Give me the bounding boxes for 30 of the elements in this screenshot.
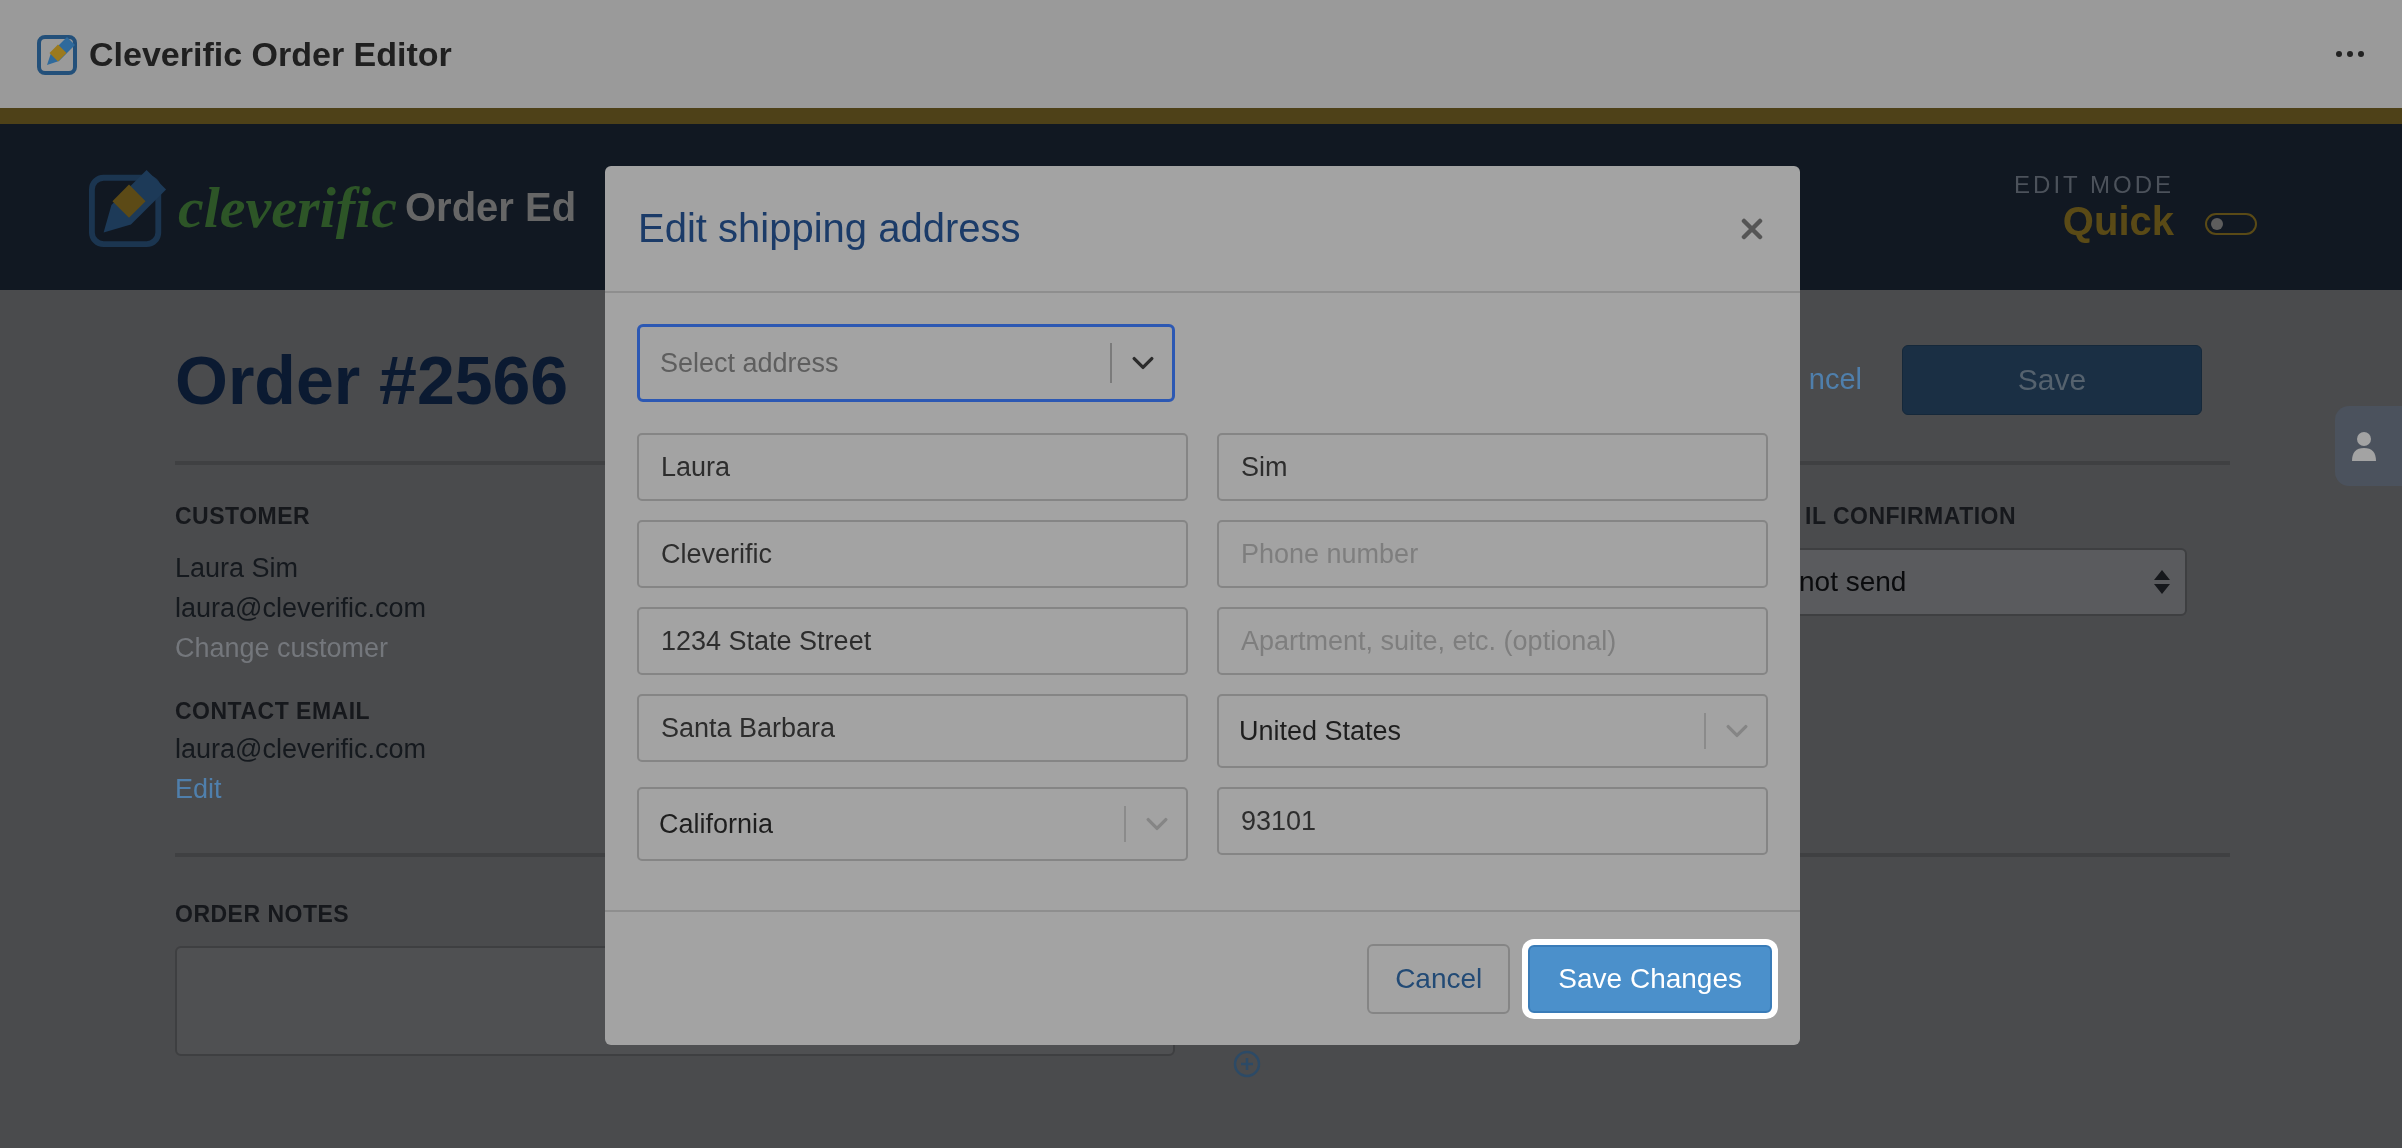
up-down-arrows-icon <box>2153 569 2171 595</box>
brand-logo-text: cleverific <box>178 173 397 241</box>
chevron-down-icon <box>1146 817 1168 831</box>
dropdown-field[interactable]: California <box>637 787 1188 861</box>
save-button[interactable]: Save <box>1902 344 2202 415</box>
dropdown-field[interactable]: United States <box>1217 694 1768 768</box>
input-field[interactable]: 93101 <box>1217 787 1768 855</box>
edit-mode-toggle[interactable] <box>2205 213 2257 235</box>
app-logo-icon <box>37 33 79 75</box>
chevron-down-icon <box>1132 356 1154 370</box>
dialog-title: Edit shipping address <box>638 206 1021 251</box>
close-icon <box>1741 217 1763 240</box>
edit-link[interactable]: Edit <box>175 769 222 809</box>
input-field[interactable]: Sim <box>1217 433 1768 501</box>
more-options-icon[interactable] <box>2335 50 2365 58</box>
input-field[interactable]: 1234 State Street <box>637 607 1188 675</box>
person-icon <box>2351 431 2377 461</box>
edit-mode-value: Quick <box>2062 198 2174 244</box>
input-field[interactable]: Santa Barbara <box>637 694 1188 762</box>
app-title: Cleverific Order Editor <box>89 34 452 74</box>
edit-mode-label: EDIT MODE <box>2014 170 2174 199</box>
user-side-tab[interactable] <box>2335 406 2402 486</box>
order-title: Order #2566 <box>175 340 569 419</box>
cancel-button[interactable]: Cancel <box>1367 943 1511 1014</box>
cancel-link[interactable]: ncel <box>1808 363 1862 396</box>
input-field[interactable]: Cleverific <box>637 520 1188 588</box>
product-name: Order Ed <box>404 184 577 230</box>
input-field[interactable]: Laura <box>637 433 1188 501</box>
address-select[interactable]: Select address <box>637 324 1175 402</box>
chevron-down-icon <box>1726 724 1748 738</box>
